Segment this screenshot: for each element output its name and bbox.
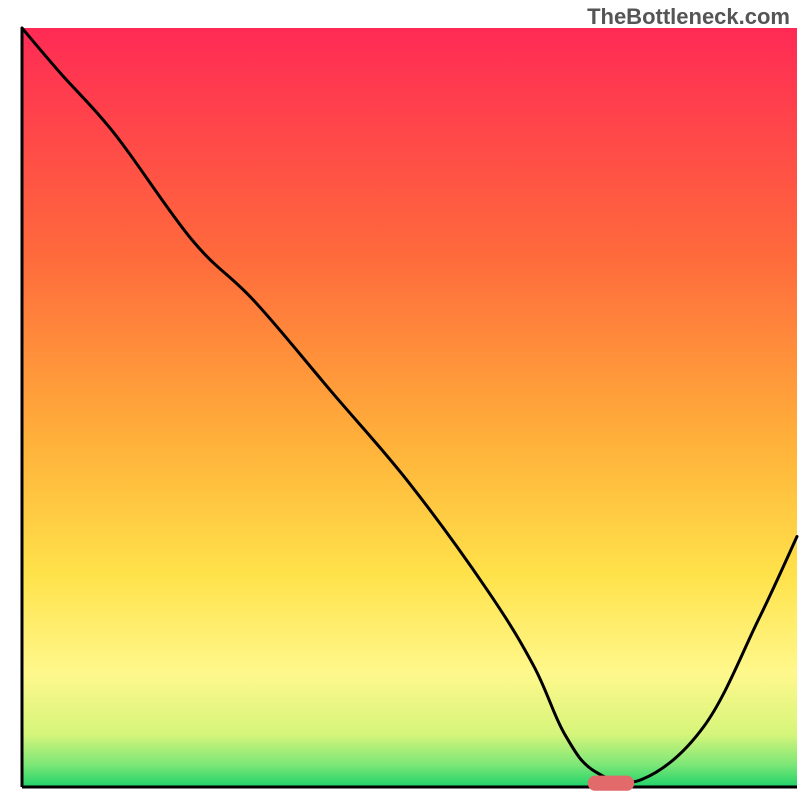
bottleneck-chart [0, 0, 800, 800]
watermark-text: TheBottleneck.com [587, 4, 790, 30]
gradient-background [22, 28, 797, 787]
chart-container: TheBottleneck.com [0, 0, 800, 800]
optimal-range-marker [588, 776, 635, 791]
